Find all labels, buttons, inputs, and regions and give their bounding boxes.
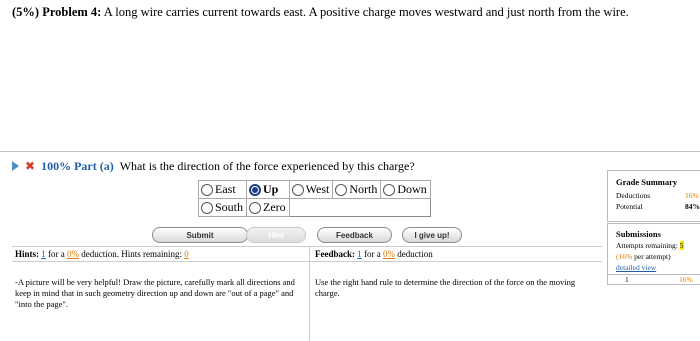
hints-line: Hints: 1 for a 0% deduction. Hints remai… [15, 249, 189, 259]
option-south[interactable]: South [201, 200, 243, 215]
feedback-count[interactable]: 1 [357, 249, 362, 259]
hints-feedback-row: Hints: 1 for a 0% deduction. Hints remai… [12, 246, 602, 262]
attempts-remaining-value: 5 [679, 241, 684, 250]
part-a-panel: ✖ 100% Part (a) What is the direction of… [0, 151, 700, 341]
answer-options: East Up West North Down South Zero [197, 180, 431, 217]
radio-east[interactable] [201, 183, 213, 196]
radio-zero[interactable] [249, 201, 262, 214]
deductions-value: 16% [685, 191, 699, 200]
deductions-row: Deductions 16% [616, 191, 699, 200]
radio-up-selected[interactable] [249, 183, 262, 196]
feedback-button[interactable]: Feedback [317, 227, 392, 243]
hints-remaining: 0 [184, 249, 189, 259]
part-header: ✖ 100% Part (a) What is the direction of… [12, 158, 415, 174]
radio-south[interactable] [201, 201, 213, 214]
attempt-number: 1 [625, 275, 629, 284]
option-west[interactable]: West [291, 182, 329, 197]
feedback-text: Use the right hand rule to determine the… [315, 277, 576, 298]
submissions-panel: Submissions Attempts remaining: 5 (16% p… [607, 223, 700, 275]
problem-statement: (5%) Problem 4: A long wire carries curr… [12, 5, 629, 20]
grade-summary: Grade Summary Deductions 16% Potential 8… [607, 170, 700, 222]
option-zero[interactable]: Zero [249, 200, 286, 215]
potential-value: 84% [685, 202, 700, 211]
radio-down[interactable] [383, 183, 396, 196]
play-triangle-icon[interactable] [12, 161, 19, 171]
give-up-button[interactable]: I give up! [402, 227, 462, 243]
potential-row: Potential 84% [616, 202, 700, 211]
hint-text: -A picture will be very helpful! Draw th… [15, 277, 295, 309]
radio-west[interactable] [291, 183, 304, 196]
hints-count[interactable]: 1 [41, 249, 46, 259]
option-down[interactable]: Down [383, 182, 427, 197]
radio-north[interactable] [335, 183, 348, 196]
submit-button[interactable]: Submit [152, 227, 248, 243]
part-label: 100% Part (a) [41, 158, 114, 173]
problem-number: (5%) Problem 4: [12, 5, 102, 19]
grade-summary-title: Grade Summary [616, 177, 678, 187]
part-main-area: ✖ 100% Part (a) What is the direction of… [12, 152, 602, 341]
per-attempt: (16% per attempt) [616, 252, 671, 261]
hints-deduction-pct: 0% [67, 249, 80, 259]
submissions-title: Submissions [616, 229, 661, 239]
hint-button: Hint [246, 227, 306, 243]
question-text: What is the direction of the force exper… [119, 158, 415, 173]
attempts-remaining: Attempts remaining: 5 [616, 241, 684, 250]
feedback-deduction-pct: 0% [383, 249, 395, 259]
column-divider [309, 246, 310, 341]
attempt-pct: 16% [679, 275, 693, 284]
feedback-line: Feedback: 1 for a 0% deduction [315, 249, 433, 259]
option-up[interactable]: Up [249, 182, 286, 197]
attempt-row: 1 16% [607, 275, 700, 285]
problem-text: A long wire carries current towards east… [103, 5, 629, 19]
option-north[interactable]: North [335, 182, 377, 197]
option-east[interactable]: East [201, 182, 243, 197]
x-mark-icon: ✖ [25, 159, 36, 173]
detailed-view-link[interactable]: detailed view [616, 263, 656, 272]
